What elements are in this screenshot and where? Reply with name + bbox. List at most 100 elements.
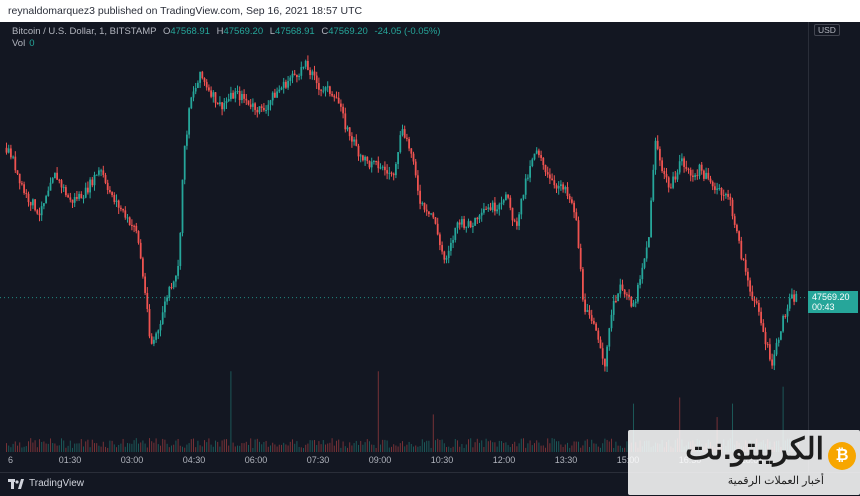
candle-body [54, 172, 56, 179]
volume-bar [274, 444, 276, 452]
volume-bar [278, 444, 280, 452]
volume-bar [289, 441, 291, 452]
volume-bar [254, 439, 256, 452]
volume-bar [498, 440, 500, 452]
candle-body [397, 152, 399, 165]
legend-c-value: 47569.20 [328, 26, 368, 37]
candle-body [608, 328, 611, 347]
volume-bar [366, 439, 368, 452]
volume-bar [397, 446, 399, 452]
legend-h-value: 47569.20 [223, 26, 264, 37]
candle-body [216, 102, 219, 105]
volume-bar [19, 442, 21, 452]
candle-body [560, 184, 562, 187]
volume-bar [415, 445, 417, 452]
candle-body [758, 302, 760, 312]
candle-body [788, 298, 791, 309]
volume-bar [138, 443, 139, 452]
candle-body [654, 140, 657, 170]
candle-body [47, 190, 50, 197]
volume-bar [43, 441, 45, 452]
volume-bar [542, 445, 544, 452]
volume-bar [404, 446, 406, 452]
candle-body [511, 207, 514, 221]
candle-body [137, 231, 140, 243]
candle-body [313, 71, 316, 76]
candle-body [113, 195, 116, 202]
volume-bar [344, 446, 346, 452]
volume-bar [333, 445, 335, 452]
candle-body [252, 103, 254, 107]
candle-body [628, 294, 630, 297]
volume-bar [454, 438, 456, 452]
candle-body [256, 109, 259, 113]
volume-bar [162, 438, 164, 452]
candle-body [709, 178, 712, 182]
volume-bar [402, 441, 403, 452]
volume-bar [514, 441, 516, 452]
volume-bar [518, 443, 520, 452]
candle-body [276, 91, 278, 98]
candle-body [69, 197, 72, 200]
candle-body [179, 233, 182, 266]
candle-body [258, 106, 261, 113]
candle-body [300, 67, 303, 76]
candle-body [381, 166, 384, 168]
volume-bar [527, 443, 529, 452]
candle-body [188, 108, 190, 135]
candle-body [271, 92, 274, 101]
volume-bar [50, 438, 51, 452]
volume-bar [21, 447, 23, 452]
volume-bar [505, 442, 507, 452]
candle-body [126, 217, 129, 219]
candle-body [474, 217, 476, 226]
candle-body [623, 289, 626, 295]
candlestick-chart[interactable]: 48600.0048500.0048400.0048300.0048200.00… [0, 0, 860, 473]
volume-bar [432, 414, 434, 452]
candle-body [14, 156, 17, 171]
volume-bar [325, 444, 326, 452]
volume-bar [589, 446, 590, 452]
candle-body [542, 157, 545, 166]
candle-body [214, 92, 217, 103]
volume-bar [329, 442, 331, 452]
candle-body [496, 209, 498, 212]
candle-body [5, 147, 8, 153]
volume-bar [617, 445, 619, 452]
volume-bar [107, 447, 109, 452]
volume-bar [485, 438, 487, 452]
candle-body [590, 315, 593, 321]
candle-body [366, 156, 369, 161]
candle-body [23, 184, 25, 193]
volume-label[interactable]: Vol [12, 38, 25, 49]
candle-body [395, 164, 397, 176]
candle-body [40, 206, 43, 216]
candle-body [707, 172, 710, 179]
volume-bar [113, 444, 115, 452]
volume-bar [393, 444, 395, 452]
volume-bar [536, 440, 538, 452]
volume-bar [556, 441, 557, 452]
candle-body [67, 195, 69, 198]
volume-bar [265, 440, 267, 452]
candle-body [751, 291, 754, 300]
candle-body [762, 323, 765, 332]
candle-body [582, 269, 584, 300]
volume-bar [428, 440, 430, 452]
legend-ohlc: Bitcoin / U.S. Dollar, 1, BITSTAMP O4756… [12, 26, 440, 38]
volume-bar [406, 444, 408, 452]
price-axis[interactable] [808, 22, 860, 472]
volume-bar [408, 441, 410, 452]
tradingview-brand[interactable]: TradingView [8, 478, 84, 489]
candle-body [21, 183, 23, 185]
candle-body [738, 231, 740, 241]
currency-badge[interactable]: USD [814, 24, 840, 36]
candle-body [588, 310, 591, 316]
candle-body [637, 284, 639, 302]
legend-volume: Vol 0 [12, 38, 35, 49]
volume-bar [39, 439, 40, 452]
volume-bar [6, 443, 7, 452]
legend-symbol[interactable]: Bitcoin / U.S. Dollar, 1, BITSTAMP [12, 26, 156, 37]
candle-body [340, 103, 342, 107]
volume-bar [45, 443, 47, 452]
